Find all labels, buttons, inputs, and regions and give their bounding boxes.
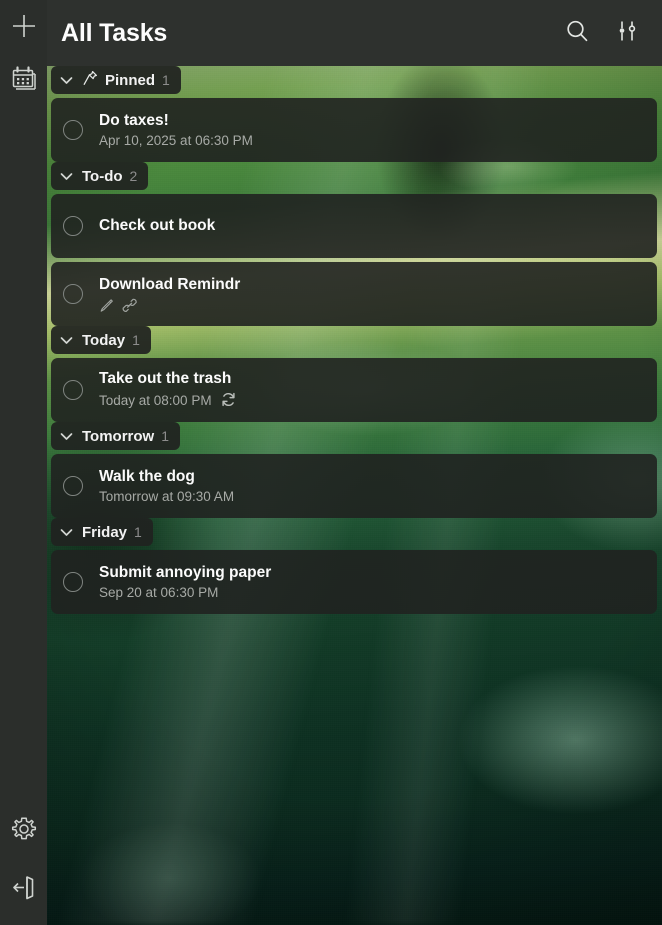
group-header-today[interactable]: Today 1 (51, 326, 151, 354)
settings-button[interactable] (4, 809, 44, 849)
task-title: Do taxes! (99, 112, 169, 129)
group-title: Pinned (105, 71, 156, 89)
group-header-friday[interactable]: Friday 1 (51, 518, 153, 546)
task-due-date: Sep 20 at 06:30 PM (99, 585, 271, 600)
task-group: Friday 1 Submit annoying paper Sep 20 at 06… (47, 518, 662, 614)
task-icon-row (99, 298, 240, 313)
chevron-down-icon (58, 428, 75, 445)
task-due-date-text: Tomorrow at 09:30 AM (99, 489, 235, 504)
search-icon (564, 18, 590, 49)
pin-icon (82, 70, 98, 91)
header-actions (563, 19, 641, 47)
calendar-button[interactable] (4, 58, 44, 98)
task-title: Check out book (99, 217, 216, 234)
task-card[interactable]: Submit annoying paper Sep 20 at 06:30 PM (51, 550, 657, 614)
gear-icon (10, 815, 38, 843)
task-group: Pinned 1 Do taxes! Apr 10, 2025 at 06:30 PM (47, 66, 662, 162)
task-body: Take out the trash Today at 08:00 PM (99, 370, 237, 411)
task-due-date-text: Sep 20 at 06:30 PM (99, 585, 219, 600)
task-checkbox[interactable] (63, 476, 83, 496)
task-checkbox[interactable] (63, 572, 83, 592)
sliders-icon (615, 19, 639, 48)
task-card[interactable]: Check out book (51, 194, 657, 258)
group-title: To-do (82, 167, 123, 185)
page-title: All Tasks (61, 18, 168, 47)
chevron-down-icon (58, 72, 75, 89)
task-list[interactable]: Pinned 1 Do taxes! Apr 10, 2025 at 06:30 PM… (47, 66, 662, 925)
search-button[interactable] (563, 19, 591, 47)
task-card[interactable]: Walk the dog Tomorrow at 09:30 AM (51, 454, 657, 518)
task-title: Submit annoying paper (99, 564, 272, 581)
task-group: Tomorrow 1 Walk the dog Tomorrow at 09:30 A… (47, 422, 662, 518)
task-checkbox[interactable] (63, 120, 83, 140)
filter-button[interactable] (613, 19, 641, 47)
task-checkbox[interactable] (63, 284, 83, 304)
chevron-down-icon (58, 332, 75, 349)
sidebar-top-group (4, 0, 44, 98)
task-checkbox[interactable] (63, 380, 83, 400)
chevron-down-icon (58, 524, 75, 541)
pencil-icon[interactable] (99, 298, 114, 313)
task-due-date: Apr 10, 2025 at 06:30 PM (99, 133, 253, 148)
group-count: 1 (134, 524, 142, 540)
sidebar (0, 0, 47, 925)
group-title: Friday (82, 523, 128, 541)
calendar-icon (10, 64, 38, 92)
task-title: Take out the trash (99, 369, 232, 387)
task-due-date-text: Apr 10, 2025 at 06:30 PM (99, 133, 253, 148)
task-due-date: Tomorrow at 09:30 AM (99, 489, 234, 504)
group-title: Today (82, 331, 126, 349)
task-group: To-do 2 Check out book Download Remindr (47, 162, 662, 326)
recurring-icon (220, 391, 237, 411)
task-body: Check out book (99, 217, 215, 235)
main-pane: All Tasks Pinned 1 Do taxes! Apr 10, 202… (47, 0, 662, 925)
plus-icon (9, 11, 39, 41)
task-card[interactable]: Do taxes! Apr 10, 2025 at 06:30 PM (51, 98, 657, 162)
group-header-pinned[interactable]: Pinned 1 (51, 66, 181, 94)
add-task-button[interactable] (4, 6, 44, 46)
task-body: Download Remindr (99, 276, 240, 313)
task-title: Walk the dog (99, 468, 195, 485)
task-body: Walk the dog Tomorrow at 09:30 AM (99, 468, 234, 504)
chevron-down-icon (58, 168, 75, 185)
task-checkbox[interactable] (63, 216, 83, 236)
logout-button[interactable] (4, 867, 44, 907)
task-title: Download Remindr (99, 275, 241, 293)
group-count: 1 (162, 72, 170, 88)
task-card[interactable]: Take out the trash Today at 08:00 PM (51, 358, 657, 422)
task-due-date-text: Today at 08:00 PM (99, 393, 212, 408)
group-count: 1 (132, 332, 140, 348)
group-header-tomorrow[interactable]: Tomorrow 1 (51, 422, 181, 450)
task-group: Today 1 Take out the trash Today at 08:00 P… (47, 326, 662, 422)
sidebar-bottom-group (4, 809, 44, 925)
link-icon[interactable] (122, 298, 137, 313)
header-bar: All Tasks (47, 0, 662, 66)
group-title: Tomorrow (82, 427, 155, 445)
task-body: Do taxes! Apr 10, 2025 at 06:30 PM (99, 112, 253, 148)
logout-icon (10, 873, 38, 901)
task-card[interactable]: Download Remindr (51, 262, 657, 326)
group-count: 2 (129, 168, 138, 184)
group-count: 1 (161, 428, 170, 444)
task-due-date: Today at 08:00 PM (99, 391, 237, 411)
group-header-to-do[interactable]: To-do 2 (51, 162, 149, 190)
task-body: Submit annoying paper Sep 20 at 06:30 PM (99, 564, 271, 600)
app-window: All Tasks Pinned 1 Do taxes! Apr 10, 202… (0, 0, 662, 925)
